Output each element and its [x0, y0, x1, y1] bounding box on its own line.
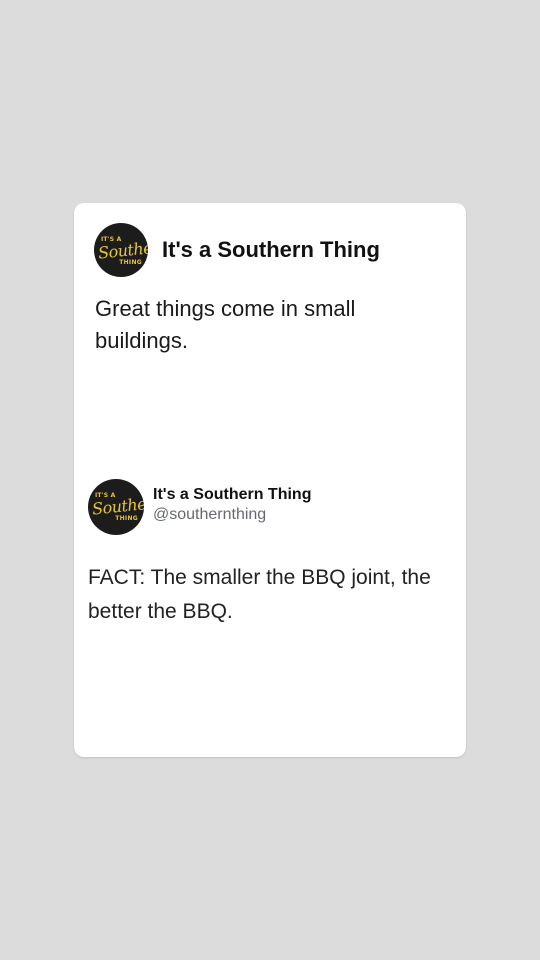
embedded-tweet[interactable]: IT'S A Southern THING It's a Southern Th… — [88, 479, 458, 629]
tweet-avatar[interactable]: IT'S A Southern THING — [88, 479, 144, 535]
tweet-author: It's a Southern Thing @southernthing — [153, 485, 311, 525]
tweet-header: IT'S A Southern THING It's a Southern Th… — [88, 479, 458, 535]
logo-bottom-text: THING — [115, 515, 138, 522]
post-text: Great things come in small buildings. — [95, 296, 356, 353]
post-card: IT'S A Southern THING It's a Southern Th… — [74, 203, 466, 757]
tweet-author-name[interactable]: It's a Southern Thing — [153, 485, 311, 505]
post-header: IT'S A Southern THING It's a Southern Th… — [94, 223, 380, 277]
page-name[interactable]: It's a Southern Thing — [162, 237, 380, 263]
logo-bottom-text: THING — [119, 259, 142, 266]
tweet-text: FACT: The smaller the BBQ joint, the bet… — [88, 566, 431, 623]
page-avatar[interactable]: IT'S A Southern THING — [94, 223, 148, 277]
tweet-handle[interactable]: @southernthing — [153, 505, 311, 525]
